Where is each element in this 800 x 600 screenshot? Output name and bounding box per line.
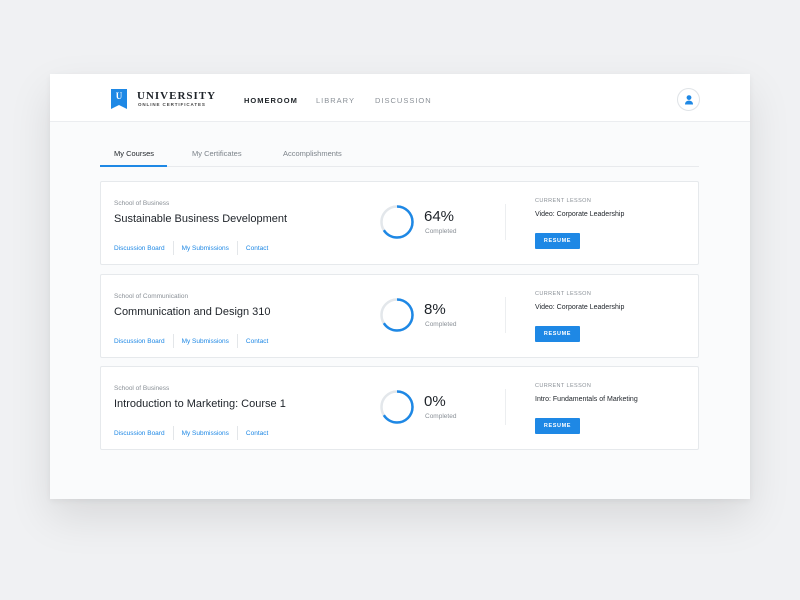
link-divider (172, 334, 174, 348)
tab-accomplishments[interactable]: Accomplishments (283, 149, 342, 167)
link-divider (172, 241, 174, 255)
logo-subtitle: ONLINE CERTIFICATES (138, 102, 206, 107)
course-title[interactable]: Sustainable Business Development (114, 213, 287, 225)
course-card: School of Business Sustainable Business … (100, 181, 699, 265)
course-card: School of Business Introduction to Marke… (100, 366, 699, 450)
current-lesson-label: CURRENT LESSON (535, 291, 592, 297)
contact-link[interactable]: Contact (246, 338, 268, 345)
contact-link[interactable]: Contact (246, 430, 268, 437)
progress-ring (380, 390, 414, 424)
resume-button[interactable]: RESUME (535, 326, 580, 342)
current-lesson-name: Video: Corporate Leadership (535, 211, 625, 218)
progress-label: Completed (425, 321, 457, 328)
course-school: School of Business (114, 385, 170, 392)
progress-percent: 8% (424, 301, 446, 318)
top-navigation-bar: U UNIVERSITY ONLINE CERTIFICATES HOMEROO… (50, 74, 750, 122)
discussion-board-link[interactable]: Discussion Board (114, 338, 165, 345)
current-lesson-name: Video: Corporate Leadership (535, 304, 625, 311)
progress-label: Completed (425, 228, 457, 235)
discussion-board-link[interactable]: Discussion Board (114, 430, 165, 437)
current-lesson-label: CURRENT LESSON (535, 198, 592, 204)
course-title[interactable]: Communication and Design 310 (114, 306, 271, 318)
current-lesson-label: CURRENT LESSON (535, 383, 592, 389)
logo-badge-icon: U (111, 89, 127, 109)
link-divider (236, 241, 238, 255)
course-school: School of Communication (114, 293, 189, 300)
app-window: U UNIVERSITY ONLINE CERTIFICATES HOMEROO… (50, 74, 750, 499)
course-school: School of Business (114, 200, 170, 207)
resume-button[interactable]: RESUME (535, 233, 580, 249)
logo-title: UNIVERSITY (137, 90, 217, 102)
link-divider (236, 426, 238, 440)
card-divider (505, 389, 506, 425)
nav-homeroom[interactable]: HOMEROOM (244, 96, 298, 105)
resume-button[interactable]: RESUME (535, 418, 580, 434)
link-divider (236, 334, 238, 348)
course-links: Discussion Board My Submissions Contact (114, 334, 268, 348)
user-icon (685, 95, 693, 105)
course-links: Discussion Board My Submissions Contact (114, 241, 268, 255)
course-tabs: My Courses My Certificates Accomplishmen… (100, 143, 699, 167)
progress-ring (380, 298, 414, 332)
my-submissions-link[interactable]: My Submissions (182, 245, 229, 252)
progress-label: Completed (425, 413, 457, 420)
course-card: School of Communication Communication an… (100, 274, 699, 358)
nav-discussion[interactable]: DISCUSSION (375, 96, 432, 105)
my-submissions-link[interactable]: My Submissions (182, 430, 229, 437)
discussion-board-link[interactable]: Discussion Board (114, 245, 165, 252)
course-title[interactable]: Introduction to Marketing: Course 1 (114, 398, 286, 410)
progress-percent: 64% (424, 208, 455, 225)
contact-link[interactable]: Contact (246, 245, 268, 252)
my-submissions-link[interactable]: My Submissions (182, 338, 229, 345)
tab-my-certificates[interactable]: My Certificates (192, 149, 242, 167)
nav-library[interactable]: LIBRARY (316, 96, 355, 105)
course-links: Discussion Board My Submissions Contact (114, 426, 268, 440)
progress-ring (380, 205, 414, 239)
card-divider (505, 204, 506, 240)
card-divider (505, 297, 506, 333)
current-lesson-name: Intro: Fundamentals of Marketing (535, 396, 638, 403)
progress-percent: 0% (424, 393, 446, 410)
user-avatar-button[interactable] (677, 88, 700, 111)
active-tab-indicator (100, 165, 167, 167)
link-divider (172, 426, 174, 440)
